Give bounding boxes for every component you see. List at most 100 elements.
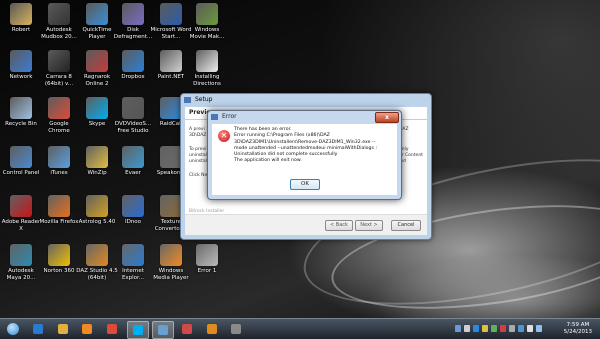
error-title-bar[interactable]: Error x — [208, 111, 401, 123]
taskbar-button[interactable] — [28, 321, 48, 337]
desktop-icon[interactable]: Carrara 8 (64bit) v... — [38, 50, 80, 88]
desktop-icon-label: Error 1 — [197, 268, 217, 274]
desktop-icon[interactable]: Mozilla Firefox — [38, 195, 80, 226]
taskbar-button[interactable] — [152, 321, 174, 339]
tray-icon[interactable] — [455, 325, 461, 332]
taskbar-button[interactable] — [53, 321, 73, 337]
desktop-icon-label: Recycle Bin — [5, 121, 37, 127]
chrome-icon — [48, 97, 70, 119]
close-button[interactable]: x — [375, 112, 399, 123]
defrag-icon — [122, 3, 144, 25]
taskbar-button[interactable] — [202, 321, 222, 337]
desktop-icon-label: Norton 360 — [43, 268, 75, 274]
texture-convertor-icon — [160, 195, 182, 217]
tray-icon[interactable] — [473, 325, 479, 332]
desktop-icon[interactable]: Adobe Reader X — [0, 195, 42, 233]
tray-icon[interactable] — [527, 325, 533, 332]
error-line: 3D\DAZ3DIM1\Uninstallers\Remove-DAZ3DIM1… — [234, 139, 376, 145]
desktop-icon[interactable]: Windows Movie Mak... — [186, 3, 228, 41]
desktop-icon[interactable]: Error 1 — [186, 244, 228, 275]
desktop-icon[interactable]: Robert — [0, 3, 42, 34]
internet-explorer-icon — [122, 244, 144, 266]
norton-icon — [48, 244, 70, 266]
desktop-icon[interactable]: DVDVideoS... Free Studio — [112, 97, 154, 135]
firefox-icon — [48, 195, 70, 217]
clock[interactable]: 7:59 AM 5/24/2013 — [564, 322, 592, 336]
desktop-icon[interactable]: Installing Directions — [186, 50, 228, 88]
tray-icon[interactable] — [536, 325, 542, 332]
chrome-icon — [107, 324, 117, 334]
desktop-icon[interactable]: Evaer — [112, 146, 154, 177]
speakonia-icon — [160, 146, 182, 168]
desktop-icon[interactable]: Dropbox — [112, 50, 154, 81]
desktop-icon-label: Disk Defragment... — [113, 27, 153, 40]
media-player-icon — [160, 244, 182, 266]
start-orb-icon — [7, 323, 19, 335]
desktop-icon-label: Dropbox — [121, 74, 145, 80]
paintnet-icon — [160, 50, 182, 72]
skype-icon — [133, 325, 143, 335]
desktop-icon-label: iTunes — [50, 170, 68, 176]
cancel-button[interactable]: Cancel — [391, 220, 421, 231]
tray-icon[interactable] — [509, 325, 515, 332]
desktop-icon[interactable]: Autodesk Mudbox 20... — [38, 3, 80, 41]
winzip-icon — [86, 146, 108, 168]
taskbar-button[interactable] — [127, 321, 149, 339]
next-button[interactable]: Next > — [355, 220, 383, 231]
desktop-icon-label: Network — [9, 74, 33, 80]
tray-icon[interactable] — [464, 325, 470, 332]
desktop-icon-label: Windows Movie Mak... — [189, 27, 225, 40]
error-icon: ✕ — [218, 130, 230, 142]
tray-icon[interactable] — [500, 325, 506, 332]
desktop-icon[interactable]: iTunes — [38, 146, 80, 177]
setup-partial-text: Click Ne — [189, 173, 208, 178]
tray-icon[interactable] — [491, 325, 497, 332]
tray-icon[interactable] — [482, 325, 488, 332]
taskbar-button[interactable] — [77, 321, 97, 337]
setup-footer: < Back Next > Cancel — [185, 214, 427, 235]
desktop-icon-label: Carrara 8 (64bit) v... — [44, 74, 74, 87]
picture-viewer-icon — [158, 325, 168, 335]
desktop-icon[interactable]: Disk Defragment... — [112, 3, 154, 41]
desktop-icon[interactable]: Recycle Bin — [0, 97, 42, 128]
back-button[interactable]: < Back — [325, 220, 353, 231]
desktop-icon-label: Internet Explor... — [121, 268, 145, 281]
maya-icon — [10, 244, 32, 266]
taskbar-button[interactable] — [3, 321, 23, 337]
desktop-icon[interactable]: Control Panel — [0, 146, 42, 177]
skype-icon — [86, 97, 108, 119]
paint-icon — [182, 324, 192, 334]
raidcall-icon — [160, 97, 182, 119]
network-icon — [10, 50, 32, 72]
desktop-icon[interactable]: Autodesk Maya 20... — [0, 244, 42, 282]
adobe-reader-icon — [10, 195, 32, 217]
clock-date: 5/24/2013 — [563, 329, 592, 335]
desktop-icon-label: Control Panel — [2, 170, 40, 176]
error-dialog[interactable]: Error x ✕ There has been an error. Error… — [207, 110, 402, 200]
desktop-icon[interactable]: IDnoo — [112, 195, 154, 226]
desktop-icon-label: Google Chrome — [48, 121, 70, 134]
media-player-icon — [82, 324, 92, 334]
setup-title-bar[interactable]: Setup — [181, 94, 431, 106]
taskbar-button[interactable] — [177, 321, 197, 337]
file-explorer-icon — [58, 324, 68, 334]
ragnarok-icon — [86, 50, 108, 72]
setup-partial-text: only or Content led — [399, 147, 423, 164]
ok-button[interactable]: OK — [290, 179, 320, 190]
desktop-icon-label: Robert — [11, 27, 31, 33]
astrolog-icon — [86, 195, 108, 217]
desktop-icon[interactable]: Internet Explor... — [112, 244, 154, 282]
desktop-icon[interactable]: Network — [0, 50, 42, 81]
error-message: There has been an error. Error running C… — [234, 127, 394, 165]
desktop-icon-label: Autodesk Maya 20... — [6, 268, 36, 281]
setup-title: Setup — [195, 96, 213, 103]
desktop-icon[interactable]: Google Chrome — [38, 97, 80, 135]
taskbar-button[interactable] — [102, 321, 122, 337]
error-body: ✕ There has been an error. Error running… — [212, 124, 397, 195]
taskbar-button[interactable] — [226, 321, 246, 337]
desktop-icon[interactable]: Norton 360 — [38, 244, 80, 275]
taskbar: 7:59 AM 5/24/2013 — [0, 318, 600, 339]
setup-partial-text: A previ 3D\DAZ — [189, 127, 207, 138]
tray-icon[interactable] — [518, 325, 524, 332]
control-panel-icon — [10, 146, 32, 168]
